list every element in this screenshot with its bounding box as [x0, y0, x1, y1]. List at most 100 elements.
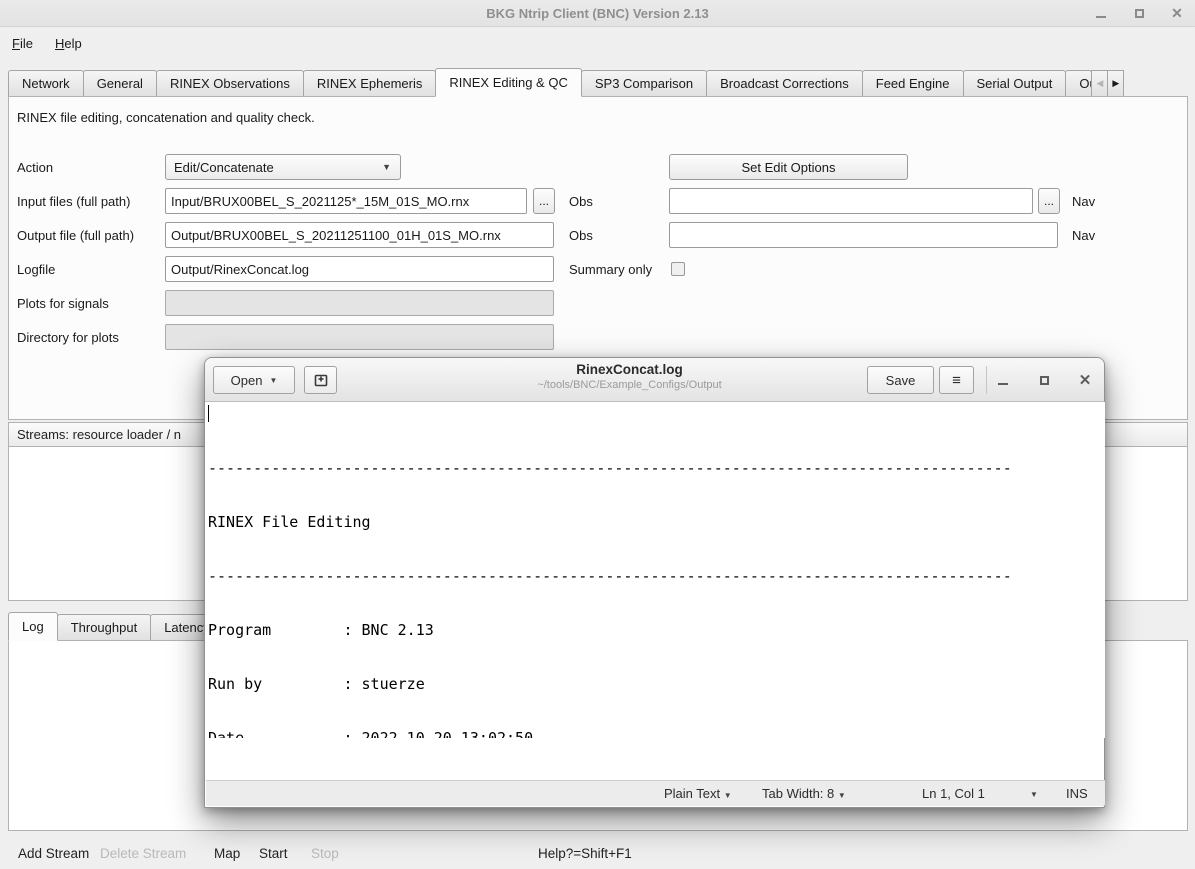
hamburger-menu-icon: ≡	[952, 372, 961, 389]
main-tabbar: Network General RINEX Observations RINEX…	[8, 69, 1190, 97]
plots-signals-label: Plots for signals	[17, 290, 109, 316]
tab-scroll-left-button: ◀	[1091, 70, 1108, 97]
input-files-field[interactable]: Input/BRUX00BEL_S_2021125*_15M_01S_MO.rn…	[165, 188, 527, 214]
editor-title-block: RinexConcat.log ~/tools/BNC/Example_Conf…	[405, 362, 854, 391]
language-label: Plain Text	[664, 786, 720, 801]
open-button-label: Open	[231, 373, 263, 388]
log-tabbar: Log Throughput Latency	[8, 613, 223, 641]
menu-help[interactable]: Help	[51, 33, 86, 54]
plots-directory-field	[165, 324, 554, 350]
tab-width-label: Tab Width: 8	[762, 786, 834, 801]
stop-button[interactable]: Stop	[311, 846, 339, 861]
set-edit-options-label: Set Edit Options	[742, 160, 836, 175]
tab-network[interactable]: Network	[8, 70, 84, 97]
minimize-icon	[998, 383, 1008, 385]
menu-file[interactable]: File	[8, 33, 37, 54]
delete-stream-button[interactable]: Delete Stream	[100, 846, 186, 861]
bottom-toolbar: Add Stream Delete Stream Map Start Stop …	[0, 840, 1195, 869]
minimize-icon	[1096, 16, 1106, 18]
editor-window-controls: ✕	[996, 358, 1092, 402]
output-obs-label: Obs	[569, 222, 593, 248]
tab-throughput[interactable]: Throughput	[57, 614, 152, 641]
log-line: Program : BNC 2.13	[208, 621, 1105, 639]
save-button[interactable]: Save	[867, 366, 934, 394]
main-window-title: BKG Ntrip Client (BNC) Version 2.13	[0, 6, 1195, 21]
set-edit-options-button[interactable]: Set Edit Options	[669, 154, 908, 180]
insert-mode-indicator: INS	[1066, 786, 1088, 801]
logfile-field[interactable]: Output/RinexConcat.log	[165, 256, 554, 282]
input-files-label: Input files (full path)	[17, 188, 130, 214]
open-button[interactable]: Open ▼	[213, 366, 295, 394]
editor-headerbar: Open ▼ RinexConcat.log ~/tools/BNC/Examp…	[205, 358, 1104, 402]
action-combobox-value: Edit/Concatenate	[174, 160, 274, 175]
tab-sp3-comparison[interactable]: SP3 Comparison	[581, 70, 707, 97]
tab-rinex-ephemeris[interactable]: RINEX Ephemeris	[303, 70, 436, 97]
input-nav-files-field[interactable]	[669, 188, 1033, 214]
menubar: File Help	[0, 27, 1195, 59]
tab-scroll-right-button[interactable]: ▶	[1107, 70, 1124, 97]
language-selector[interactable]: Plain Text ▼	[664, 786, 732, 801]
main-close-button[interactable]: ✕	[1169, 6, 1185, 22]
log-line: RINEX File Editing	[208, 513, 1105, 531]
input-files-browse-button[interactable]: ...	[533, 188, 555, 214]
maximize-icon	[1135, 9, 1144, 18]
plots-signals-field	[165, 290, 554, 316]
main-minimize-button[interactable]	[1093, 6, 1109, 22]
chevron-down-icon: ▼	[838, 791, 846, 800]
main-maximize-button[interactable]	[1131, 6, 1147, 22]
hamburger-menu-button[interactable]: ≡	[939, 366, 974, 394]
tab-width-selector[interactable]: Tab Width: 8 ▼	[762, 786, 846, 801]
close-icon: ✕	[1171, 5, 1183, 22]
tab-rinex-editing-qc[interactable]: RINEX Editing & QC	[435, 68, 582, 97]
tab-general[interactable]: General	[83, 70, 157, 97]
cursor-position-label: Ln 1, Col 1	[922, 786, 985, 801]
log-line: ----------------------------------------…	[208, 459, 1105, 477]
add-stream-button[interactable]: Add Stream	[18, 846, 89, 861]
new-document-icon	[313, 372, 329, 388]
input-nav-label: Nav	[1072, 188, 1095, 214]
text-editor-window: Open ▼ RinexConcat.log ~/tools/BNC/Examp…	[204, 357, 1105, 808]
main-window-controls: ✕	[1093, 0, 1185, 27]
editor-maximize-button[interactable]	[1037, 373, 1051, 387]
editor-close-button[interactable]: ✕	[1078, 373, 1092, 387]
maximize-icon	[1040, 376, 1049, 385]
headerbar-separator	[986, 366, 987, 394]
close-icon: ✕	[1079, 371, 1092, 389]
goto-line-dropdown[interactable]: ▼	[1030, 790, 1038, 799]
plots-directory-label: Directory for plots	[17, 324, 119, 350]
editor-document-title: RinexConcat.log	[405, 362, 854, 377]
tab-log[interactable]: Log	[8, 612, 58, 641]
action-combobox[interactable]: Edit/Concatenate ▼	[165, 154, 401, 180]
editor-document-path: ~/tools/BNC/Example_Configs/Output	[405, 379, 854, 391]
editor-statusbar: Plain Text ▼ Tab Width: 8 ▼ Ln 1, Col 1 …	[206, 780, 1105, 806]
tab-broadcast-corrections[interactable]: Broadcast Corrections	[706, 70, 863, 97]
new-document-button[interactable]	[304, 366, 337, 394]
chevron-down-icon: ▼	[382, 162, 391, 172]
log-line: Run by : stuerze	[208, 675, 1105, 693]
chevron-down-icon: ▼	[724, 791, 732, 800]
tab-serial-output[interactable]: Serial Output	[963, 70, 1067, 97]
help-shortcut-label: Help?=Shift+F1	[538, 846, 632, 861]
summary-only-label: Summary only	[569, 256, 652, 282]
output-file-field[interactable]: Output/BRUX00BEL_S_20211251100_01H_01S_M…	[165, 222, 554, 248]
map-button[interactable]: Map	[214, 846, 240, 861]
logfile-label: Logfile	[17, 256, 55, 282]
summary-only-checkbox[interactable]	[671, 262, 685, 276]
log-line: ----------------------------------------…	[208, 567, 1105, 585]
chevron-down-icon: ▼	[269, 376, 277, 385]
tab-feed-engine[interactable]: Feed Engine	[862, 70, 964, 97]
editor-text-area[interactable]: ----------------------------------------…	[206, 402, 1105, 738]
editor-minimize-button[interactable]	[996, 373, 1010, 387]
chevron-right-icon: ▶	[1112, 78, 1119, 89]
tab-rinex-observations[interactable]: RINEX Observations	[156, 70, 304, 97]
text-cursor	[208, 405, 209, 422]
main-titlebar: BKG Ntrip Client (BNC) Version 2.13 ✕	[0, 0, 1195, 27]
save-button-label: Save	[886, 373, 916, 388]
input-obs-label: Obs	[569, 188, 593, 214]
input-nav-browse-button[interactable]: ...	[1038, 188, 1060, 214]
chevron-left-icon: ◀	[1096, 78, 1103, 89]
output-nav-file-field[interactable]	[669, 222, 1058, 248]
action-label: Action	[17, 154, 53, 180]
tab-outages[interactable]: Ou	[1065, 70, 1092, 97]
start-button[interactable]: Start	[259, 846, 288, 861]
